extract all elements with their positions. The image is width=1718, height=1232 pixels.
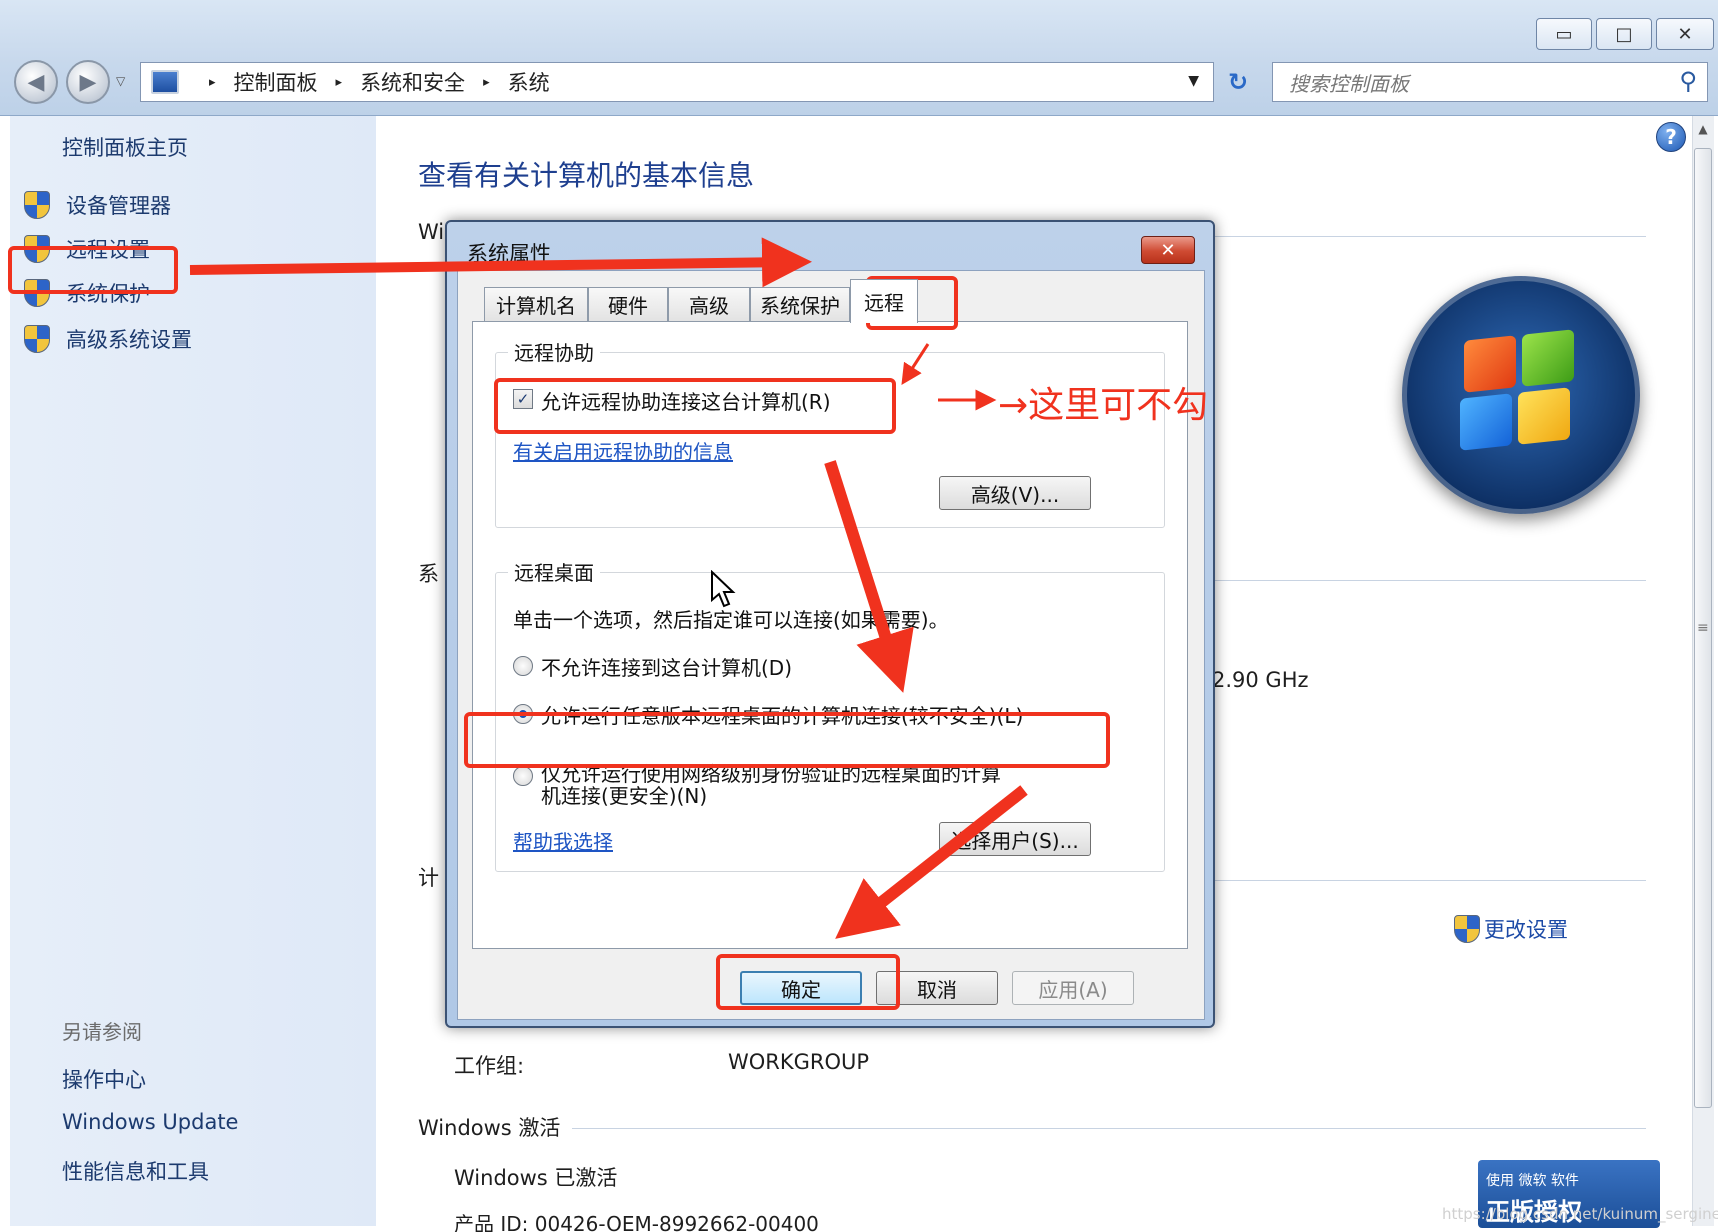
arrow-to-checkbox	[901, 343, 930, 386]
annotation-note: →这里可不勾	[998, 385, 1209, 426]
annotation-arrows	[189, 237, 1028, 939]
arrow-to-remote-tab	[189, 237, 812, 288]
tab-remote[interactable]: 远程	[850, 279, 918, 323]
mouse-cursor-icon	[711, 570, 736, 608]
arrow-to-ok-button	[835, 785, 1028, 939]
arrow-to-allow-option	[824, 460, 914, 693]
